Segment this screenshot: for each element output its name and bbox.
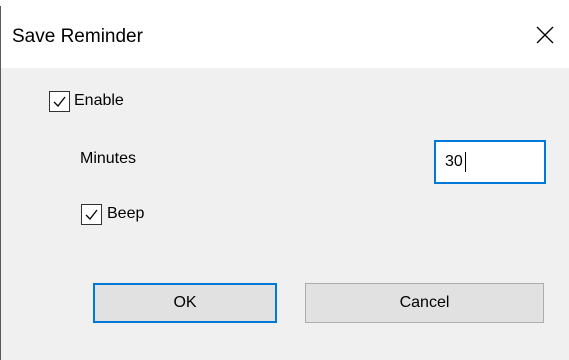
ok-button[interactable]: OK bbox=[93, 283, 277, 323]
close-button[interactable] bbox=[521, 6, 569, 68]
title-bar[interactable]: Save Reminder bbox=[0, 6, 569, 68]
minutes-label: Minutes bbox=[80, 150, 137, 167]
enable-label[interactable]: Enable bbox=[74, 92, 124, 110]
beep-checkbox[interactable] bbox=[81, 204, 102, 225]
dialog-body: Enable Minutes 30 Beep OK Cancel bbox=[0, 68, 569, 360]
beep-label[interactable]: Beep bbox=[107, 205, 144, 223]
cancel-button[interactable]: Cancel bbox=[305, 283, 544, 323]
close-icon bbox=[536, 26, 554, 49]
enable-checkbox[interactable] bbox=[49, 91, 70, 112]
dialog-title: Save Reminder bbox=[12, 26, 143, 47]
window-border bbox=[0, 6, 1, 360]
minutes-input[interactable]: 30 bbox=[434, 140, 546, 184]
minutes-value: 30 bbox=[445, 153, 463, 170]
text-caret bbox=[465, 152, 466, 172]
save-reminder-dialog: Save Reminder Enable Minutes 30 Beep OK … bbox=[0, 0, 569, 360]
